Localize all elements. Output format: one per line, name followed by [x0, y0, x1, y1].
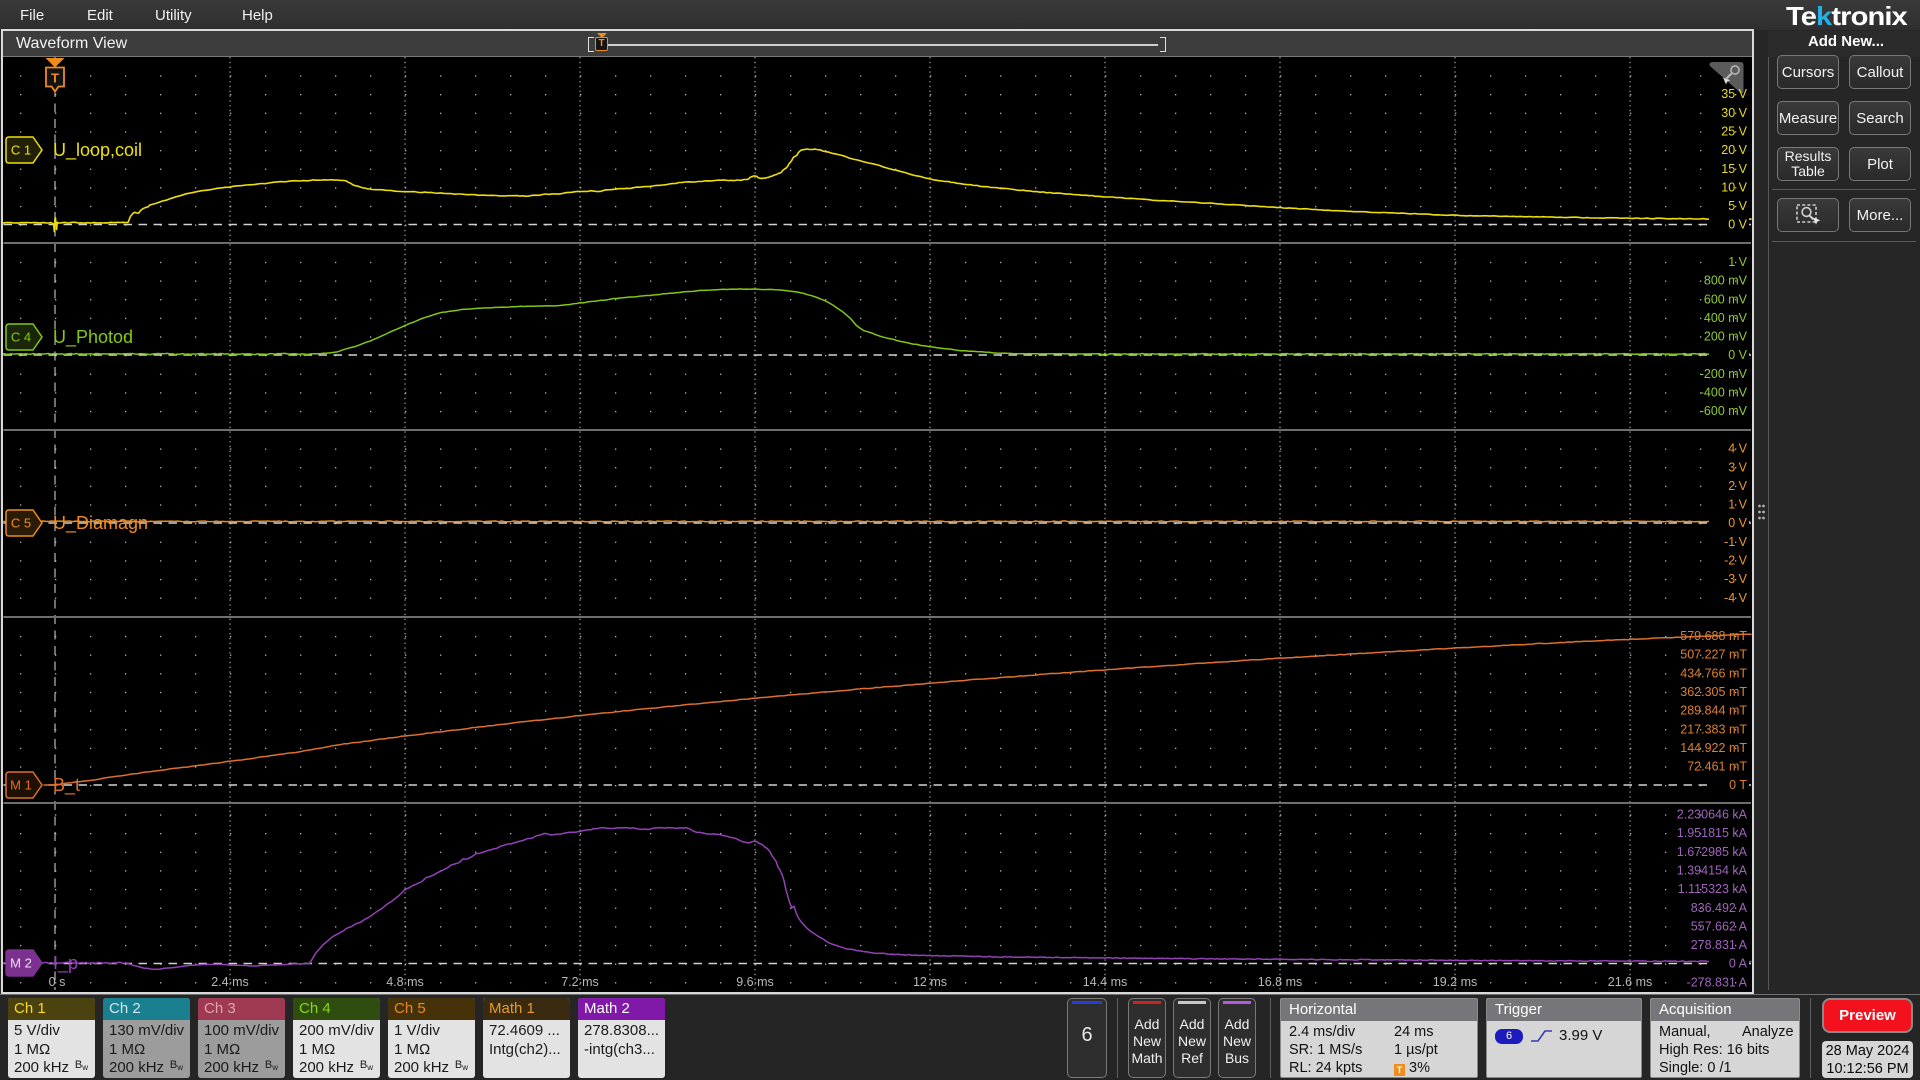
svg-text:1.394154 kA: 1.394154 kA: [1677, 864, 1748, 878]
svg-text:836.492 A: 836.492 A: [1691, 901, 1748, 915]
svg-text:2.4 ms: 2.4 ms: [211, 975, 249, 989]
svg-text:9.6 ms: 9.6 ms: [736, 975, 774, 989]
svg-text:72.461 mT: 72.461 mT: [1687, 760, 1747, 774]
svg-text:35 V: 35 V: [1721, 87, 1747, 101]
svg-text:12 ms: 12 ms: [913, 975, 947, 989]
svg-text:507.227 mT: 507.227 mT: [1680, 648, 1747, 662]
svg-text:U_Diamagn: U_Diamagn: [53, 513, 148, 534]
svg-text:-278.831 A: -278.831 A: [1687, 975, 1748, 989]
svg-text:289.844 mT: 289.844 mT: [1680, 704, 1747, 718]
svg-text:0 A: 0 A: [1729, 957, 1748, 971]
svg-text:-400 mV: -400 mV: [1700, 386, 1748, 400]
svg-text:800 mV: 800 mV: [1704, 274, 1748, 288]
svg-text:C 1: C 1: [11, 143, 31, 158]
svg-text:5 V: 5 V: [1728, 199, 1747, 213]
svg-text:144.922 mT: 144.922 mT: [1680, 741, 1747, 755]
svg-text:16.8 ms: 16.8 ms: [1258, 975, 1302, 989]
svg-text:434.766 mT: 434.766 mT: [1680, 666, 1747, 680]
svg-text:-3 V: -3 V: [1724, 572, 1748, 586]
svg-text:0 T: 0 T: [1729, 778, 1747, 792]
svg-text:-4 V: -4 V: [1724, 591, 1748, 605]
svg-text:400 mV: 400 mV: [1704, 311, 1748, 325]
svg-text:15 V: 15 V: [1721, 162, 1747, 176]
svg-text:21.6 ms: 21.6 ms: [1608, 975, 1652, 989]
svg-text:30 V: 30 V: [1721, 106, 1747, 120]
svg-text:-1 V: -1 V: [1724, 535, 1748, 549]
svg-text:2.230646 kA: 2.230646 kA: [1677, 808, 1748, 822]
svg-text:M 2: M 2: [10, 956, 32, 971]
svg-text:1.951815 kA: 1.951815 kA: [1677, 826, 1748, 840]
svg-text:1 V: 1 V: [1728, 255, 1747, 269]
svg-text:-600 mV: -600 mV: [1700, 404, 1748, 418]
svg-text:2 V: 2 V: [1728, 479, 1747, 493]
svg-text:7.2 ms: 7.2 ms: [561, 975, 599, 989]
svg-text:B_t: B_t: [53, 775, 80, 796]
svg-text:14.4 ms: 14.4 ms: [1083, 975, 1127, 989]
svg-text:3 V: 3 V: [1728, 460, 1747, 474]
svg-text:U_Photod: U_Photod: [53, 327, 133, 348]
svg-text:C 5: C 5: [11, 516, 31, 531]
svg-text:278.831 A: 278.831 A: [1691, 938, 1748, 952]
svg-text:0 V: 0 V: [1728, 348, 1747, 362]
svg-text:T: T: [51, 71, 59, 86]
svg-text:10 V: 10 V: [1721, 180, 1747, 194]
svg-text:0 s: 0 s: [49, 975, 66, 989]
svg-text:-2 V: -2 V: [1724, 554, 1748, 568]
svg-text:M 1: M 1: [10, 778, 32, 793]
svg-text:200 mV: 200 mV: [1704, 330, 1748, 344]
svg-text:1.672985 kA: 1.672985 kA: [1677, 845, 1748, 859]
svg-text:0 V: 0 V: [1728, 218, 1747, 232]
svg-text:C 4: C 4: [11, 330, 31, 345]
svg-text:-200 mV: -200 mV: [1700, 367, 1748, 381]
svg-text:600 mV: 600 mV: [1704, 292, 1748, 306]
svg-text:25 V: 25 V: [1721, 125, 1747, 139]
svg-text:557.662 A: 557.662 A: [1691, 919, 1748, 933]
svg-text:I_p: I_p: [53, 953, 78, 974]
svg-text:19.2 ms: 19.2 ms: [1433, 975, 1477, 989]
svg-text:4 V: 4 V: [1728, 442, 1747, 456]
svg-text:217.383 mT: 217.383 mT: [1680, 722, 1747, 736]
svg-text:4.8 ms: 4.8 ms: [386, 975, 424, 989]
svg-text:0 V: 0 V: [1728, 516, 1747, 530]
svg-text:1 V: 1 V: [1728, 498, 1747, 512]
svg-text:362.305 mT: 362.305 mT: [1680, 685, 1747, 699]
svg-text:U_loop,coil: U_loop,coil: [53, 140, 142, 161]
svg-text:20 V: 20 V: [1721, 143, 1747, 157]
svg-text:579.688 mT: 579.688 mT: [1680, 629, 1747, 643]
svg-text:1.115323 kA: 1.115323 kA: [1678, 882, 1748, 896]
